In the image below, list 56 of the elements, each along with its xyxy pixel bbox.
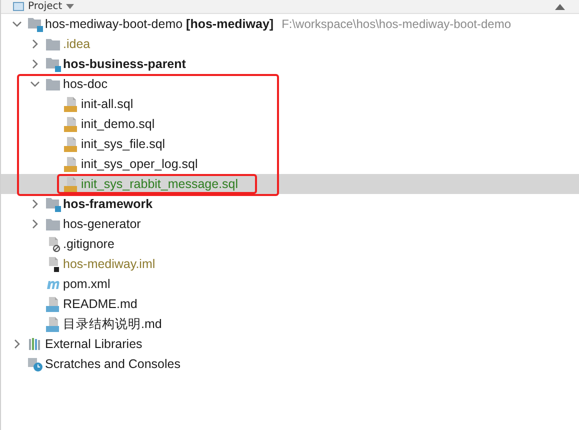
item-name: init_sys_file.sql xyxy=(81,137,166,151)
sql-file-icon xyxy=(63,176,79,192)
item-name: .gitignore xyxy=(63,237,114,251)
item-name: External Libraries xyxy=(45,337,142,351)
item-name: init-all.sql xyxy=(81,97,134,111)
sql-file-icon xyxy=(63,96,79,112)
folder-icon xyxy=(45,36,61,52)
sql-file-icon xyxy=(63,136,79,152)
sql-file-icon xyxy=(63,156,79,172)
tree-row[interactable]: init_sys_file.sql xyxy=(1,134,579,154)
tree-row[interactable]: hos-framework xyxy=(1,194,579,214)
panel-title: Project xyxy=(28,0,62,12)
tree-row[interactable]: .gitignore xyxy=(1,234,579,254)
tree-row[interactable]: hos-generator xyxy=(1,214,579,234)
item-name: pom.xml xyxy=(63,277,110,291)
folder-icon xyxy=(45,76,61,92)
item-name: hos-business-parent xyxy=(63,57,186,71)
item-name: init_sys_oper_log.sql xyxy=(81,157,198,171)
item-name: hos-framework xyxy=(63,197,153,211)
libraries-icon xyxy=(27,336,43,352)
item-name: README.md xyxy=(63,297,138,311)
tree-row[interactable]: .idea xyxy=(1,34,579,54)
markdown-file-icon xyxy=(45,296,61,312)
item-name: init_demo.sql xyxy=(81,117,155,131)
module-folder-icon xyxy=(45,56,61,72)
tree-row[interactable]: 目录结构说明.md xyxy=(1,314,579,334)
tree-row[interactable]: README.md xyxy=(1,294,579,314)
project-path: F:\workspace\hos\hos-mediway-boot-demo xyxy=(282,17,511,31)
tree-row[interactable]: hos-doc xyxy=(1,74,579,94)
project-icon xyxy=(13,2,24,11)
tree-row[interactable]: init_sys_oper_log.sql xyxy=(1,154,579,174)
item-name: Scratches and Consoles xyxy=(45,357,180,371)
tree-row[interactable]: hos-business-parent xyxy=(1,54,579,74)
item-name: hos-mediway-boot-demo [hos-mediway] xyxy=(45,17,274,31)
tree-row[interactable]: External Libraries xyxy=(1,334,579,354)
folder-icon xyxy=(45,216,61,232)
module-folder-icon xyxy=(27,16,43,32)
item-name: hos-mediway.iml xyxy=(63,257,156,271)
item-name: .idea xyxy=(63,37,90,51)
tree-row[interactable]: pom.xml xyxy=(1,274,579,294)
caret-icon[interactable] xyxy=(66,4,74,10)
item-name: hos-doc xyxy=(63,77,108,91)
sql-file-icon xyxy=(63,116,79,132)
markdown-file-icon xyxy=(45,316,61,332)
tree-row[interactable]: hos-mediway.iml xyxy=(1,254,579,274)
tree-row[interactable]: init_demo.sql xyxy=(1,114,579,134)
tree-row[interactable]: init-all.sql xyxy=(1,94,579,114)
item-name: init_sys_rabbit_message.sql xyxy=(81,177,238,191)
tree-row[interactable]: hos-mediway-boot-demo [hos-mediway] F:\workspace\hos\hos-mediway-boot-demo xyxy=(1,14,579,34)
tree-row[interactable]: init_sys_rabbit_message.sql xyxy=(1,174,579,194)
tree-row[interactable]: Scratches and Consoles xyxy=(1,354,579,374)
item-name: 目录结构说明.md xyxy=(63,316,162,332)
module-folder-icon xyxy=(45,196,61,212)
up-arrow-icon[interactable] xyxy=(555,2,565,10)
scratches-icon xyxy=(27,356,43,372)
item-name: hos-generator xyxy=(63,217,141,231)
